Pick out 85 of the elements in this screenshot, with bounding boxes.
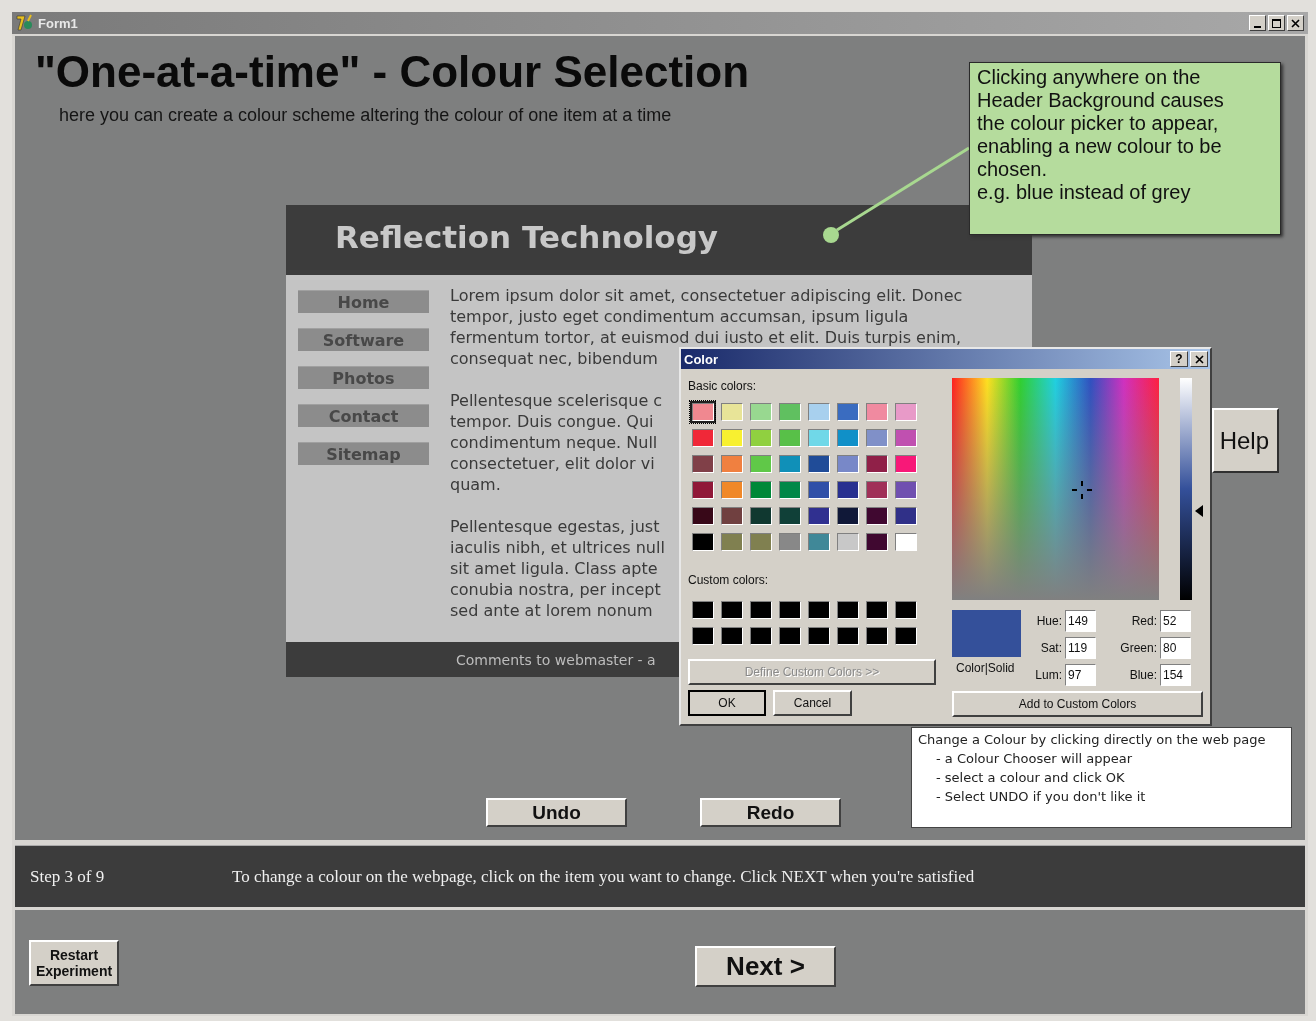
color-swatch[interactable] xyxy=(836,601,859,619)
body-text-line: consequat nec, bibendum xyxy=(450,348,658,369)
color-swatch[interactable] xyxy=(778,627,801,645)
number-field[interactable]: 154 xyxy=(1160,664,1191,686)
field-label: Hue: xyxy=(1036,614,1062,628)
crosshair-icon xyxy=(1072,481,1092,499)
page-title: "One-at-a-time" - Colour Selection xyxy=(35,48,749,96)
next-button[interactable]: Next > xyxy=(695,946,836,987)
color-swatch[interactable] xyxy=(749,601,772,619)
body-text-line: condimentum neque. Null xyxy=(450,432,658,453)
number-field[interactable]: 80 xyxy=(1160,637,1191,659)
close-icon xyxy=(1194,354,1204,364)
number-field[interactable]: 52 xyxy=(1160,610,1191,632)
number-field[interactable]: 149 xyxy=(1065,610,1096,632)
luminance-bar[interactable] xyxy=(1180,378,1192,600)
body-text-line: tempor, justo eget condimentum accumsan, ipsum ligula xyxy=(450,306,909,327)
color-swatch[interactable] xyxy=(807,601,830,619)
color-swatch[interactable] xyxy=(720,601,743,619)
undo-button[interactable]: Undo xyxy=(486,798,627,827)
color-swatch[interactable] xyxy=(691,601,714,619)
color-solid-label: Color|Solid xyxy=(956,661,1015,675)
body-text-line: quam. xyxy=(450,474,501,495)
hint-text: - a Colour Chooser will appear xyxy=(935,750,1134,768)
cancel-button[interactable]: Cancel xyxy=(773,690,852,716)
number-field[interactable]: 97 xyxy=(1065,664,1096,686)
close-button[interactable] xyxy=(1287,15,1304,31)
callout-text: enabling a new colour to be xyxy=(977,135,1223,158)
ok-button[interactable]: OK xyxy=(688,690,766,716)
hint-text: - Select UNDO if you don't like it xyxy=(935,788,1147,806)
custom-colors-label: Custom colors: xyxy=(688,573,770,587)
body-text-line: fermentum tortor, at euismod dui iusto et elit. Duis turpis enim, xyxy=(450,327,962,348)
help-button[interactable]: Help xyxy=(1212,408,1279,473)
close-button[interactable] xyxy=(1190,351,1208,367)
color-swatch[interactable] xyxy=(691,627,714,645)
color-swatch[interactable] xyxy=(749,627,772,645)
dialog-title: Color xyxy=(684,351,718,367)
color-swatch[interactable] xyxy=(720,627,743,645)
help-button[interactable]: ? xyxy=(1170,351,1188,367)
add-to-custom-colors-button[interactable]: Add to Custom Colors xyxy=(952,691,1203,717)
maximize-button[interactable] xyxy=(1268,15,1285,31)
color-swatch[interactable] xyxy=(807,627,830,645)
body-text-line: Pellentesque scelerisque c xyxy=(450,390,663,411)
page-subtitle: here you can create a colour scheme altering the colour of one item at a time xyxy=(59,104,672,126)
minimize-icon xyxy=(1254,25,1261,28)
body-text-line: iaculis nibh, et ultrices null xyxy=(450,537,665,558)
redo-button[interactable]: Redo xyxy=(700,798,841,827)
hint-text: - select a colour and click OK xyxy=(935,769,1126,787)
body-text-line: conubia nostra, per incept xyxy=(450,579,661,600)
color-swatch[interactable] xyxy=(865,627,888,645)
app-icon xyxy=(16,14,34,32)
field-label: Green: xyxy=(1120,641,1157,655)
basic-colors-label: Basic colors: xyxy=(688,379,758,393)
number-field[interactable]: 119 xyxy=(1065,637,1096,659)
arrow-left-icon[interactable] xyxy=(1195,505,1203,517)
close-icon xyxy=(1291,18,1300,28)
callout-text: Clicking anywhere on the xyxy=(977,66,1202,89)
minimize-button[interactable] xyxy=(1249,15,1266,31)
color-swatch[interactable] xyxy=(894,627,917,645)
body-text-line: sit amet ligula. Class apte xyxy=(450,558,658,579)
body-text-line: tempor. Duis congue. Qui xyxy=(450,411,654,432)
field-label: Sat: xyxy=(1040,641,1062,655)
field-label: Red: xyxy=(1131,614,1157,628)
hint-text: Change a Colour by clicking directly on the web page xyxy=(918,731,1267,749)
body-text-line: Pellentesque egestas, just xyxy=(450,516,660,537)
callout-text: the colour picker to appear, xyxy=(977,112,1220,135)
color-swatch[interactable] xyxy=(778,601,801,619)
body-text-line: consectetuer, elit dolor vi xyxy=(450,453,655,474)
webpage-title: Reflection Technology xyxy=(335,219,719,255)
webpage-header[interactable]: Reflection Technology xyxy=(286,205,1032,275)
step-counter: Step 3 of 9 xyxy=(30,866,106,887)
color-swatch[interactable] xyxy=(894,601,917,619)
body-text-line: Lorem ipsum dolor sit amet, consectetuer adipiscing elit. Donec xyxy=(450,285,963,306)
color-swatch[interactable] xyxy=(836,627,859,645)
color-swatch[interactable] xyxy=(865,601,888,619)
body-text-line: sed ante at lorem nonum xyxy=(450,600,653,621)
callout-text: e.g. blue instead of grey xyxy=(977,181,1192,204)
callout-text: Header Background causes xyxy=(977,89,1225,112)
footer-text: Comments to webmaster - a xyxy=(456,652,656,668)
field-label: Blue: xyxy=(1129,668,1157,682)
callout-text: chosen. xyxy=(977,158,1049,181)
maximize-icon xyxy=(1272,18,1281,28)
restart-button[interactable]: Restart Experiment xyxy=(29,940,119,986)
step-instruction: To change a colour on the webpage, click on the item you want to change. Click NEXT when you're satisfied xyxy=(232,866,975,887)
field-label: Lum: xyxy=(1035,668,1062,682)
window-title: Form1 xyxy=(38,15,78,31)
